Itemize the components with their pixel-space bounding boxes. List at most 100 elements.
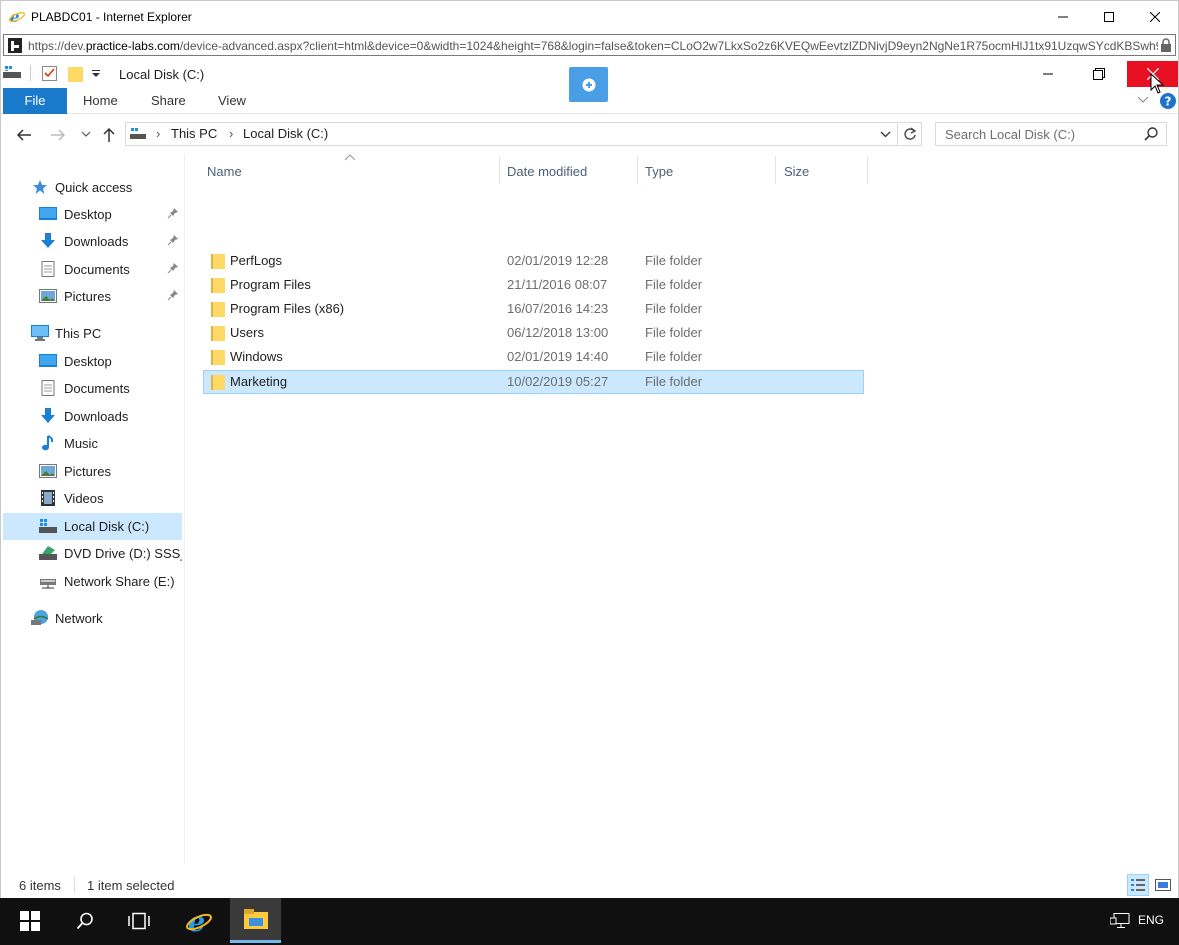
properties-icon[interactable] (42, 66, 57, 81)
svg-text:?: ? (1165, 95, 1172, 109)
large-icons-view-button[interactable] (1152, 874, 1174, 896)
nav-quick-access[interactable]: Quick access (3, 174, 182, 201)
nav-label: Music (64, 436, 98, 451)
tab-home[interactable]: Home (83, 88, 118, 114)
documents-icon (41, 261, 55, 277)
taskbar-internet-explorer[interactable]: e (176, 898, 222, 943)
back-arrow-icon[interactable] (16, 128, 32, 142)
table-row[interactable]: PerfLogs 02/01/2019 12:28 File folder (203, 249, 864, 273)
explorer-minimize-button[interactable] (1023, 61, 1073, 87)
maximize-icon (1104, 11, 1114, 22)
navigation-bar: › This PC › Local Disk (C:) (1, 116, 1178, 154)
tab-share[interactable]: Share (151, 88, 186, 114)
taskbar-file-explorer[interactable] (230, 898, 281, 943)
search-button[interactable] (62, 898, 108, 943)
pin-icon[interactable] (167, 262, 179, 274)
network-status-icon[interactable] (1110, 913, 1130, 929)
nav-label: Documents (64, 262, 130, 277)
column-header-type[interactable]: Type (638, 156, 775, 186)
explorer-restore-button[interactable] (1074, 61, 1124, 87)
task-view-button[interactable] (116, 898, 162, 943)
search-icon[interactable] (1144, 127, 1158, 141)
dvd-drive-icon (39, 546, 57, 560)
ie-window-title: PLABDC01 - Internet Explorer (31, 10, 192, 24)
nav-pc-network-share[interactable]: Network Share (E:) (3, 568, 182, 595)
search-box (935, 122, 1167, 146)
nav-quick-documents[interactable]: Documents (3, 256, 182, 283)
folder-icon (211, 278, 225, 293)
lock-icon (1161, 38, 1171, 52)
nav-label: Downloads (64, 409, 129, 424)
pictures-icon (39, 289, 57, 303)
nav-quick-desktop[interactable]: Desktop (3, 201, 182, 228)
url-field[interactable]: https://dev.practice-labs.com/device-adv… (3, 34, 1176, 56)
ie-maximize-button[interactable] (1086, 1, 1132, 32)
help-icon[interactable]: ? (1159, 92, 1177, 110)
table-row-selected[interactable]: Marketing 10/02/2019 05:27 File folder (203, 370, 864, 394)
language-indicator[interactable]: ENG (1138, 913, 1164, 927)
new-folder-icon[interactable] (68, 65, 83, 82)
breadcrumb-this-pc[interactable]: This PC (171, 126, 217, 141)
nav-label: Quick access (55, 180, 133, 195)
ie-minimize-button[interactable] (1040, 1, 1086, 32)
breadcrumb-separator: › (156, 126, 161, 141)
search-icon (76, 912, 93, 929)
nav-quick-pictures[interactable]: Pictures (3, 283, 182, 310)
downloads-icon (41, 408, 55, 423)
folder-icon (211, 375, 225, 390)
documents-icon (41, 380, 55, 396)
file-explorer-window: Local Disk (C:) File Home Share View ? ›… (0, 58, 1179, 898)
ribbon-tabs: File Home Share View ? (1, 88, 1178, 114)
nav-pc-dvd-drive[interactable]: DVD Drive (D:) SSS_X (3, 540, 182, 567)
start-button[interactable] (7, 898, 53, 943)
tab-file[interactable]: File (3, 88, 67, 114)
table-row[interactable]: Windows 02/01/2019 14:40 File folder (203, 345, 864, 369)
nav-label: Pictures (64, 289, 111, 304)
internet-explorer-icon: e (186, 907, 212, 935)
column-header-date[interactable]: Date modified (500, 156, 637, 186)
nav-network[interactable]: Network (3, 605, 182, 632)
nav-pc-pictures[interactable]: Pictures (3, 458, 182, 485)
recent-locations-icon[interactable] (81, 131, 91, 139)
nav-quick-downloads[interactable]: Downloads (3, 228, 182, 255)
file-list: Name Date modified Type Size PerfLogs 02… (186, 154, 1179, 864)
network-icon (31, 610, 49, 625)
ie-close-button[interactable] (1132, 1, 1178, 32)
up-arrow-icon[interactable] (101, 127, 117, 143)
nav-pc-videos[interactable]: Videos (3, 485, 182, 512)
nav-pc-music[interactable]: Music (3, 430, 182, 457)
search-input[interactable] (936, 123, 1136, 145)
expand-ribbon-icon[interactable] (1137, 96, 1149, 104)
table-row[interactable]: Users 06/12/2018 13:00 File folder (203, 321, 864, 345)
nav-pc-desktop[interactable]: Desktop (3, 348, 182, 375)
nav-label: DVD Drive (D:) SSS_X (64, 546, 182, 561)
details-view-button[interactable] (1127, 874, 1149, 896)
forward-arrow-icon[interactable] (50, 128, 66, 142)
pin-icon[interactable] (167, 234, 179, 246)
column-header-name[interactable]: Name (203, 156, 499, 186)
customize-toolbar-icon[interactable] (91, 70, 101, 78)
breadcrumb[interactable]: › This PC › Local Disk (C:) (125, 122, 898, 146)
table-row[interactable]: Program Files (x86) 16/07/2016 14:23 Fil… (203, 297, 864, 321)
table-row[interactable]: Program Files 21/11/2016 08:07 File fold… (203, 273, 864, 297)
breadcrumb-local-disk[interactable]: Local Disk (C:) (243, 126, 328, 141)
nav-pc-documents[interactable]: Documents (3, 375, 182, 402)
music-icon (42, 435, 54, 451)
nav-label: Network (55, 611, 103, 626)
address-dropdown-icon[interactable] (880, 131, 891, 138)
refresh-button[interactable] (898, 122, 922, 146)
network-drive-icon (40, 579, 56, 589)
drive-icon (39, 519, 57, 533)
nav-this-pc[interactable]: This PC (3, 320, 182, 347)
pin-icon[interactable] (167, 289, 179, 301)
breadcrumb-separator: › (229, 126, 234, 141)
close-icon (1150, 11, 1160, 22)
videos-icon (41, 490, 55, 506)
nav-pc-downloads[interactable]: Downloads (3, 403, 182, 430)
pin-icon[interactable] (167, 207, 179, 219)
tab-view[interactable]: View (218, 88, 246, 114)
details-view-icon (1131, 879, 1145, 891)
nav-pc-local-disk[interactable]: Local Disk (C:) (3, 513, 182, 540)
refresh-icon (903, 127, 916, 140)
column-header-size[interactable]: Size (776, 156, 867, 186)
